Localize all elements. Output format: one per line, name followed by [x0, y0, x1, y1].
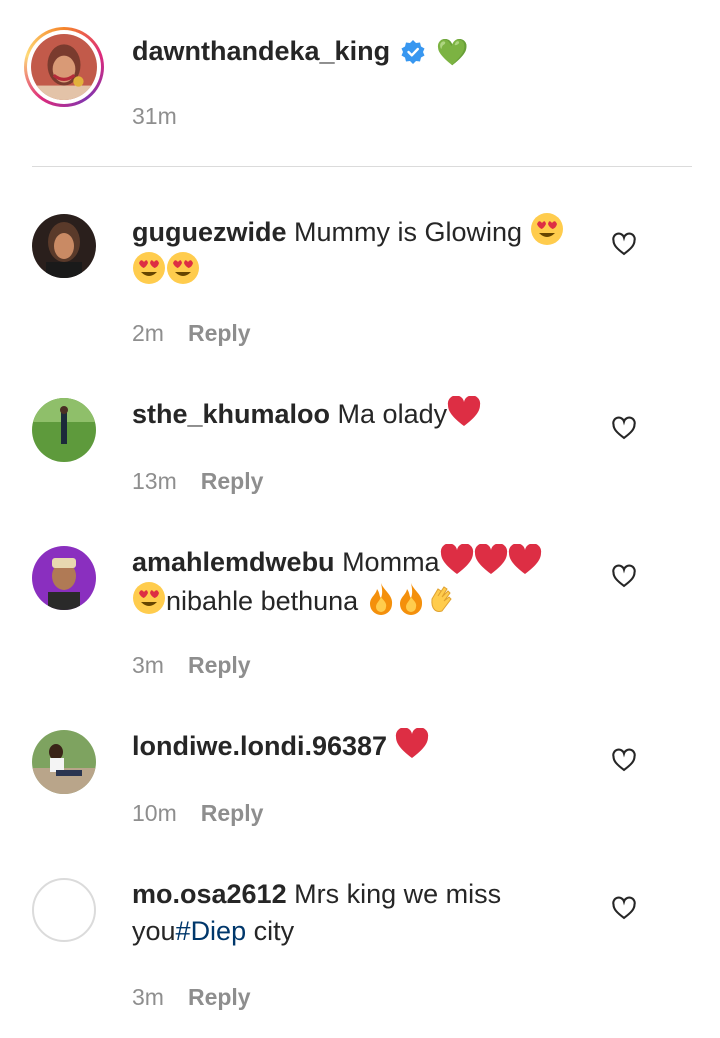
red-heart-emoji: [508, 544, 541, 574]
comment-username[interactable]: mo.osa2612: [132, 879, 287, 909]
comment-body-line2: you: [132, 916, 176, 946]
commenter-avatar[interactable]: [32, 214, 96, 278]
reply-button[interactable]: Reply: [188, 652, 251, 679]
fire-emoji: [369, 583, 392, 615]
avatar-photo: [32, 398, 96, 462]
verified-badge-icon: [400, 39, 426, 65]
comment-text: mo.osa2612 Mrs king we miss you#Diep city: [132, 876, 592, 950]
comment-timestamp: 10m: [132, 800, 177, 826]
comment-body-line2-end: city: [246, 916, 295, 946]
commenter-avatar[interactable]: [32, 398, 96, 462]
comment-text: londiwe.londi.96387: [132, 728, 592, 765]
comment-body: Ma olady: [330, 399, 448, 429]
avatar-photo: [32, 730, 96, 794]
comment-text: amahlemdwebu Momma nibahle bethuna: [132, 544, 592, 620]
like-heart-icon[interactable]: [610, 746, 638, 774]
comment-timestamp: 2m: [132, 320, 164, 346]
comment-timestamp: 3m: [132, 984, 164, 1010]
reply-button[interactable]: Reply: [201, 800, 264, 827]
heart-eyes-emoji: [167, 252, 199, 284]
green-heart-emoji: 💚: [436, 36, 469, 67]
reply-button[interactable]: Reply: [201, 468, 264, 495]
heart-eyes-emoji: [133, 582, 165, 614]
fire-emoji: [399, 583, 422, 615]
like-heart-icon[interactable]: [610, 230, 638, 258]
comment-meta: 13m Reply: [132, 468, 263, 495]
comment-text: sthe_khumaloo Ma olady: [132, 396, 592, 433]
comment-timestamp: 13m: [132, 468, 177, 494]
comment-username[interactable]: guguezwide: [132, 217, 287, 247]
comment-timestamp: 3m: [132, 652, 164, 678]
comment-body: Mummy is Glowing: [286, 217, 530, 247]
like-heart-icon[interactable]: [610, 414, 638, 442]
comment-meta: 3m Reply: [132, 652, 251, 679]
red-heart-emoji: [395, 728, 428, 758]
clapping-hands-emoji: [431, 586, 452, 612]
like-heart-icon[interactable]: [610, 562, 638, 590]
comment-body: Momma: [334, 547, 440, 577]
post-author-avatar[interactable]: [24, 27, 104, 107]
avatar-photo: [32, 214, 96, 278]
comment-meta: 3m Reply: [132, 984, 251, 1011]
avatar-photo: [31, 34, 97, 100]
red-heart-emoji: [440, 544, 473, 574]
comment-meta: 10m Reply: [132, 800, 263, 827]
commenter-avatar[interactable]: [32, 730, 96, 794]
commenter-avatar[interactable]: [32, 546, 96, 610]
comment-username[interactable]: londiwe.londi.96387: [132, 731, 387, 761]
heart-eyes-emoji: [133, 252, 165, 284]
comment-meta: 2m Reply: [132, 320, 251, 347]
heart-eyes-emoji: [530, 213, 563, 245]
comment-text: guguezwide Mummy is Glowing: [132, 212, 592, 290]
commenter-avatar-empty[interactable]: [32, 878, 96, 942]
comment-body: Mrs king we miss: [286, 879, 502, 909]
post-timestamp: 31m: [132, 103, 177, 129]
reply-button[interactable]: Reply: [188, 984, 251, 1011]
post-author-username[interactable]: dawnthandeka_king: [132, 36, 390, 67]
hashtag-link[interactable]: #Diep: [176, 916, 247, 946]
comment-username[interactable]: amahlemdwebu: [132, 547, 335, 577]
divider: [32, 166, 692, 167]
comment-body: [387, 731, 395, 761]
avatar-photo: [32, 546, 96, 610]
comment-body-line2: nibahle bethuna: [166, 586, 359, 616]
red-heart-emoji: [448, 396, 481, 426]
reply-button[interactable]: Reply: [188, 320, 251, 347]
red-heart-emoji: [474, 544, 507, 574]
comment-username[interactable]: sthe_khumaloo: [132, 399, 330, 429]
post-author-line: dawnthandeka_king 💚: [132, 36, 468, 67]
like-heart-icon[interactable]: [610, 894, 638, 922]
